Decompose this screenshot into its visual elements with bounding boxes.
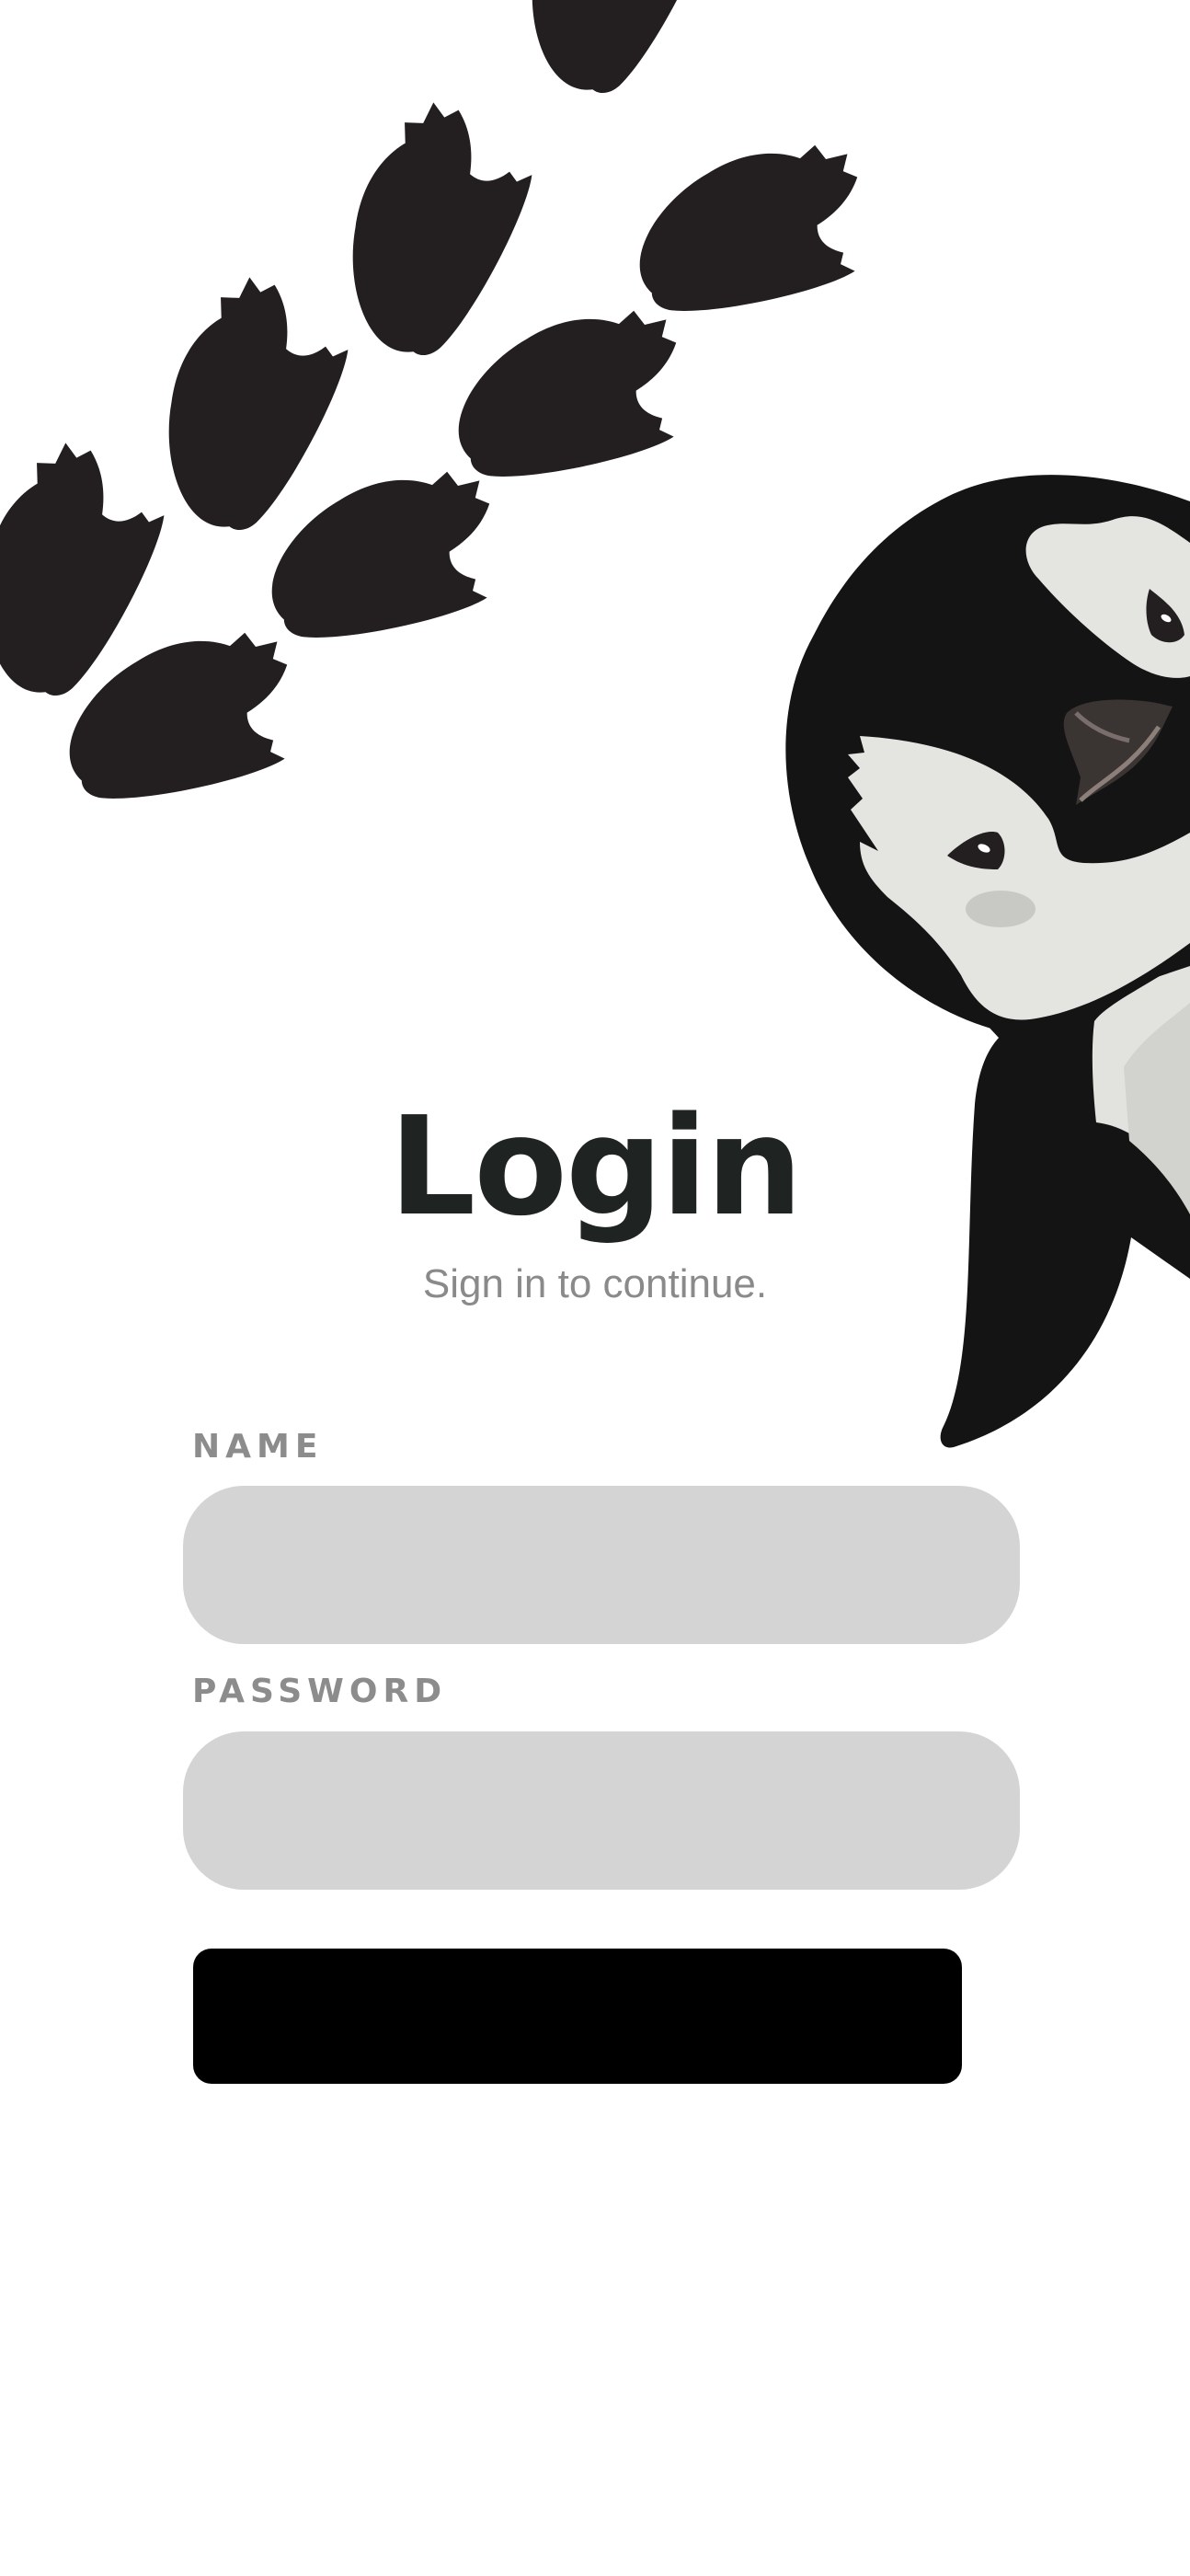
password-input[interactable]: [183, 1731, 1020, 1890]
header-illustration: [0, 0, 1190, 1448]
name-input[interactable]: [183, 1486, 1020, 1644]
password-label: PASSWORD: [192, 1673, 448, 1710]
name-label: NAME: [192, 1428, 324, 1466]
login-button[interactable]: [193, 1949, 962, 2084]
page-subtitle: Sign in to continue.: [422, 1261, 768, 1306]
page-title: Login: [388, 1087, 803, 1246]
penguin-footprints-icon: [0, 0, 874, 807]
